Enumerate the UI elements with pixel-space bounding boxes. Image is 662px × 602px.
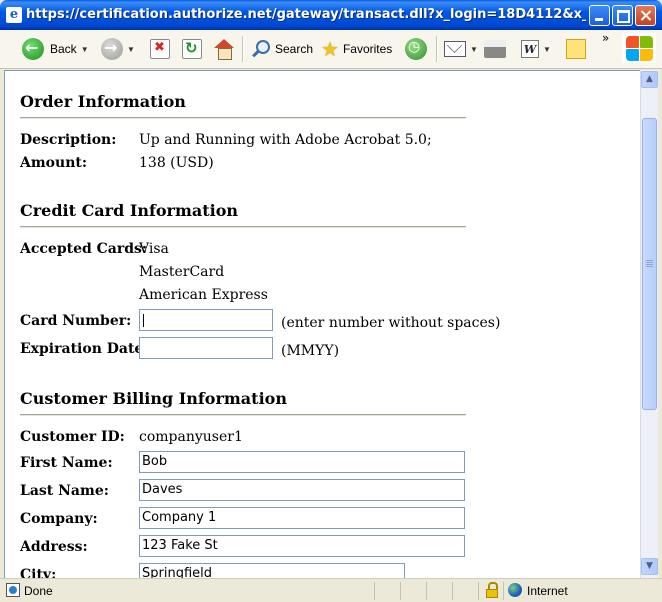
section-divider <box>20 117 466 119</box>
page-status-icon <box>6 583 20 597</box>
discuss-button[interactable] <box>566 35 586 63</box>
back-label: Back <box>50 42 77 56</box>
word-edit-icon: W <box>521 40 539 58</box>
card-number-label: Card Number: <box>20 313 132 329</box>
toolbar-overflow-chevron[interactable]: » <box>602 31 609 45</box>
print-button[interactable] <box>484 35 506 63</box>
accepted-card-mastercard: MasterCard <box>139 264 225 280</box>
security-zone-label[interactable]: Internet <box>527 584 568 598</box>
status-divider <box>452 582 453 600</box>
scrollbar-thumb[interactable] <box>642 118 657 410</box>
status-divider <box>503 582 504 600</box>
window-title: https://certification.authorize.net/gate… <box>26 7 586 22</box>
vertical-scrollbar[interactable]: ▲ ▼ <box>640 70 658 578</box>
card-number-input[interactable] <box>139 309 273 331</box>
scroll-up-button[interactable]: ▲ <box>641 71 658 88</box>
accepted-card-visa: Visa <box>139 241 169 257</box>
scroll-down-button[interactable]: ▼ <box>641 558 658 575</box>
browser-window: e https://certification.authorize.net/ga… <box>0 0 662 602</box>
minimize-button[interactable] <box>589 5 610 26</box>
stop-icon <box>150 39 170 59</box>
back-button[interactable]: Back ▼ <box>22 35 89 63</box>
customer-id-value: companyuser1 <box>139 429 243 445</box>
stop-button[interactable] <box>150 35 170 63</box>
internet-zone-globe-icon <box>508 583 522 597</box>
first-name-input[interactable]: Bob <box>139 451 465 473</box>
favorites-button[interactable]: ★ Favorites <box>321 35 392 63</box>
toolbar-separator <box>242 36 244 62</box>
toolbar-separator <box>436 36 438 62</box>
section-divider <box>20 226 466 228</box>
mail-button[interactable]: ▼ <box>444 35 478 63</box>
refresh-button[interactable] <box>182 35 202 63</box>
note-icon <box>566 39 586 59</box>
title-bar: e https://certification.authorize.net/ga… <box>0 0 662 30</box>
close-button[interactable] <box>635 5 656 26</box>
home-button[interactable] <box>213 35 235 63</box>
status-divider <box>400 582 401 600</box>
status-divider <box>374 582 375 600</box>
print-icon <box>484 40 506 58</box>
address-label: Address: <box>20 539 88 555</box>
status-divider <box>426 582 427 600</box>
status-bar: Done Internet <box>0 578 662 602</box>
search-label: Search <box>275 42 314 56</box>
card-number-hint: (enter number without spaces) <box>281 315 501 331</box>
secure-lock-icon[interactable] <box>486 582 498 598</box>
windows-logo-icon <box>622 33 656 63</box>
accepted-cards-label: Accepted Cards: <box>20 241 148 257</box>
city-input[interactable]: Springfield <box>139 563 405 579</box>
status-divider <box>478 582 479 600</box>
expiration-date-input[interactable] <box>139 337 273 359</box>
favorites-star-icon: ★ <box>321 37 339 61</box>
first-name-label: First Name: <box>20 455 113 471</box>
order-information-heading: Order Information <box>20 92 186 111</box>
customer-id-label: Customer ID: <box>20 429 125 445</box>
forward-button[interactable]: ▼ <box>101 35 135 63</box>
home-icon <box>213 38 235 60</box>
favorites-label: Favorites <box>342 42 393 56</box>
address-input[interactable]: 123 Fake St <box>139 535 465 557</box>
back-arrow-icon <box>22 38 44 60</box>
section-divider <box>20 414 466 416</box>
search-button[interactable]: Search <box>250 35 313 63</box>
refresh-icon <box>182 39 202 59</box>
company-label: Company: <box>20 511 98 527</box>
amount-label: Amount: <box>20 155 88 171</box>
edit-dropdown-icon[interactable]: ▼ <box>543 45 551 54</box>
mail-dropdown-icon[interactable]: ▼ <box>470 45 478 54</box>
description-value: Up and Running with Adobe Acrobat 5.0; <box>139 132 432 148</box>
forward-arrow-icon <box>101 38 123 60</box>
text-cursor <box>143 314 144 327</box>
back-dropdown-icon[interactable]: ▼ <box>81 45 89 54</box>
history-button[interactable] <box>405 35 427 63</box>
search-icon <box>250 39 270 59</box>
mail-icon <box>444 41 466 57</box>
edit-button[interactable]: W ▼ <box>521 35 551 63</box>
description-label: Description: <box>20 132 117 148</box>
amount-value: 138 (USD) <box>139 155 214 171</box>
last-name-input[interactable]: Daves <box>139 479 465 501</box>
browser-toolbar: Back ▼ ▼ Search ★ Favorites <box>0 30 662 69</box>
status-text: Done <box>24 584 53 598</box>
maximize-button[interactable] <box>612 5 633 26</box>
forward-dropdown-icon[interactable]: ▼ <box>127 45 135 54</box>
accepted-card-amex: American Express <box>139 287 268 303</box>
credit-card-information-heading: Credit Card Information <box>20 201 239 220</box>
history-icon <box>405 38 427 60</box>
last-name-label: Last Name: <box>20 483 109 499</box>
expiration-date-label: Expiration Date: <box>20 341 149 357</box>
company-input[interactable]: Company 1 <box>139 507 465 529</box>
page-viewport: Order Information Description: Up and Ru… <box>4 70 640 579</box>
customer-billing-information-heading: Customer Billing Information <box>20 389 287 408</box>
expiration-date-hint: (MMYY) <box>281 343 340 359</box>
ie-page-icon: e <box>6 7 22 23</box>
